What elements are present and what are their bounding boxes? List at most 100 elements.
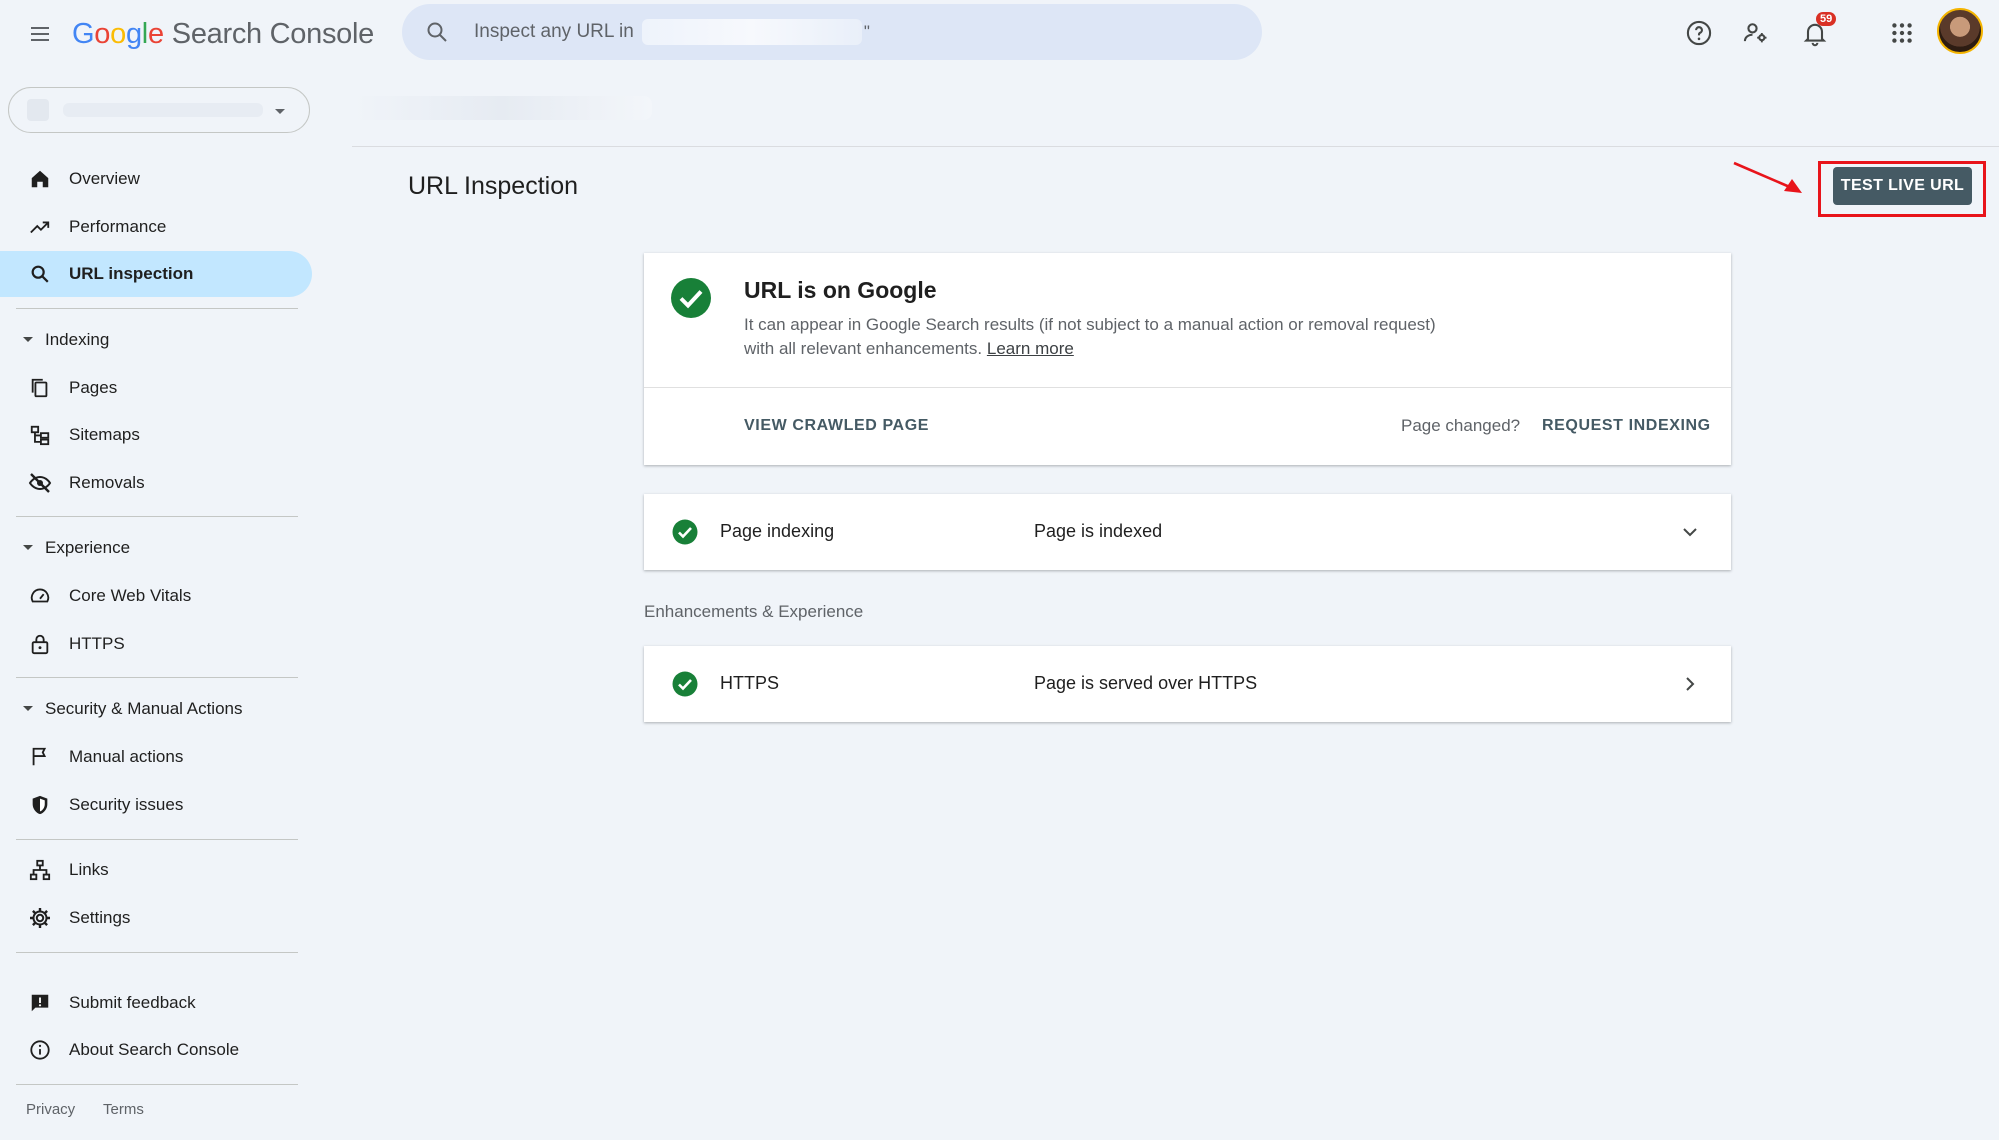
status-description-text: It can appear in Google Search results (… bbox=[744, 315, 1436, 358]
sitemap-icon bbox=[28, 423, 52, 447]
info-icon bbox=[28, 1038, 52, 1062]
url-inspect-search[interactable]: Inspect any URL in " bbox=[402, 4, 1262, 60]
gear-icon bbox=[28, 906, 52, 930]
sidebar-item-settings[interactable]: Settings bbox=[0, 895, 312, 941]
trending-up-icon bbox=[28, 215, 52, 239]
page-indexing-row[interactable]: Page indexing Page is indexed bbox=[644, 494, 1731, 570]
sidebar-item-submit-feedback[interactable]: Submit feedback bbox=[0, 980, 312, 1026]
property-selector[interactable] bbox=[8, 87, 310, 133]
nav-divider bbox=[16, 839, 298, 840]
collapse-arrow-icon bbox=[23, 706, 33, 711]
enhancements-heading: Enhancements & Experience bbox=[644, 602, 864, 621]
logo-letter: e bbox=[147, 17, 164, 50]
search-quote-mark: " bbox=[863, 22, 870, 41]
https-row[interactable]: HTTPS Page is served over HTTPS bbox=[644, 646, 1731, 722]
logo-letter: G bbox=[72, 17, 95, 50]
card-divider bbox=[644, 387, 1731, 388]
sidebar-item-performance[interactable]: Performance bbox=[0, 204, 312, 250]
sidebar-item-removals[interactable]: Removals bbox=[0, 460, 312, 506]
section-label: Indexing bbox=[45, 330, 110, 349]
request-indexing-button[interactable]: REQUEST INDEXING bbox=[1542, 417, 1711, 435]
links-icon bbox=[28, 858, 52, 882]
manage-accounts-icon bbox=[1743, 23, 1767, 43]
main-menu-button[interactable] bbox=[22, 16, 58, 52]
sidebar-item-label: Security issues bbox=[69, 795, 184, 814]
sidebar-item-about[interactable]: About Search Console bbox=[0, 1027, 312, 1073]
sidebar-item-links[interactable]: Links bbox=[0, 847, 312, 893]
sidebar-item-url-inspection[interactable]: URL inspection bbox=[0, 251, 312, 297]
visibility-off-icon bbox=[28, 471, 52, 495]
terms-link[interactable]: Terms bbox=[103, 1101, 144, 1118]
nav-divider bbox=[16, 952, 298, 953]
redacted-breadcrumb-url bbox=[352, 96, 652, 120]
privacy-link[interactable]: Privacy bbox=[26, 1101, 75, 1118]
nav-divider bbox=[16, 308, 298, 309]
sidebar-item-label: Overview bbox=[69, 169, 140, 188]
url-status-card: URL is on Google It can appear in Google… bbox=[644, 253, 1731, 465]
sidebar-item-label: Removals bbox=[69, 473, 145, 492]
shield-icon bbox=[28, 793, 52, 817]
help-button[interactable] bbox=[1680, 14, 1718, 52]
sidebar-item-label: Links bbox=[69, 860, 109, 879]
lock-icon bbox=[28, 632, 52, 656]
section-experience[interactable]: Experience bbox=[0, 528, 312, 568]
logo-letter: o bbox=[94, 17, 111, 50]
sidebar-item-label: Performance bbox=[69, 217, 167, 236]
pages-icon bbox=[28, 376, 52, 400]
sidebar-item-label: Sitemaps bbox=[69, 425, 140, 444]
row-name: Page indexing bbox=[720, 521, 835, 541]
section-label: Experience bbox=[45, 538, 131, 557]
sidebar-item-label: About Search Console bbox=[69, 1040, 240, 1059]
search-placeholder: Inspect any URL in bbox=[474, 21, 634, 42]
users-settings-button[interactable] bbox=[1737, 14, 1775, 52]
sidebar-item-pages[interactable]: Pages bbox=[0, 365, 312, 411]
home-icon bbox=[28, 167, 52, 191]
sidebar-item-overview[interactable]: Overview bbox=[0, 156, 312, 202]
sidebar-item-label: HTTPS bbox=[69, 634, 125, 653]
sidebar-item-label: Submit feedback bbox=[69, 993, 196, 1012]
sidebar-item-label: Pages bbox=[69, 378, 118, 397]
sidebar-item-label: Manual actions bbox=[69, 747, 184, 766]
sidebar-item-label: Settings bbox=[69, 908, 131, 927]
flag-icon bbox=[28, 745, 52, 769]
sidebar-item-label: URL inspection bbox=[69, 264, 194, 283]
page-title: URL Inspection bbox=[408, 172, 578, 200]
success-check-icon bbox=[672, 519, 698, 545]
dropdown-arrow-icon bbox=[275, 109, 285, 114]
feedback-icon bbox=[28, 991, 52, 1015]
sidebar-item-manual-actions[interactable]: Manual actions bbox=[0, 734, 312, 780]
logo-letter: g bbox=[125, 17, 142, 50]
sidebar-item-label: Core Web Vitals bbox=[69, 586, 192, 605]
nav-divider bbox=[16, 1084, 298, 1085]
status-title: URL is on Google bbox=[744, 277, 937, 303]
chevron-right-icon bbox=[1686, 677, 1695, 691]
section-label: Security & Manual Actions bbox=[45, 699, 243, 718]
page-changed-label: Page changed? bbox=[1401, 416, 1521, 435]
section-indexing[interactable]: Indexing bbox=[0, 320, 312, 360]
success-check-icon bbox=[672, 671, 698, 697]
sidebar-item-sitemaps[interactable]: Sitemaps bbox=[0, 412, 312, 458]
view-crawled-page-button[interactable]: VIEW CRAWLED PAGE bbox=[744, 417, 929, 435]
google-apps-button[interactable] bbox=[1883, 14, 1921, 52]
success-check-icon bbox=[671, 278, 711, 318]
account-avatar[interactable] bbox=[1937, 8, 1983, 54]
section-security-manual-actions[interactable]: Security & Manual Actions bbox=[0, 689, 312, 729]
speed-icon bbox=[28, 584, 52, 608]
sidebar-item-core-web-vitals[interactable]: Core Web Vitals bbox=[0, 573, 312, 619]
nav-divider bbox=[16, 677, 298, 678]
collapse-arrow-icon bbox=[23, 337, 33, 342]
logo-letter: o bbox=[110, 17, 126, 50]
sidebar-item-security-issues[interactable]: Security issues bbox=[0, 782, 312, 828]
search-console-logo[interactable]: Google Search Console bbox=[72, 16, 374, 52]
redacted-property-url bbox=[641, 19, 862, 45]
learn-more-link[interactable]: Learn more bbox=[987, 339, 1074, 358]
hamburger-menu-icon bbox=[31, 27, 49, 41]
notifications-button[interactable]: 59 bbox=[1796, 12, 1837, 52]
test-live-url-button[interactable]: TEST LIVE URL bbox=[1833, 167, 1972, 205]
collapse-arrow-icon bbox=[23, 545, 33, 550]
search-icon bbox=[422, 17, 452, 47]
nav-divider bbox=[16, 516, 298, 517]
annotation-arrow-icon bbox=[1733, 161, 1802, 193]
status-description: It can appear in Google Search results (… bbox=[744, 313, 1444, 361]
sidebar-item-https[interactable]: HTTPS bbox=[0, 621, 312, 667]
